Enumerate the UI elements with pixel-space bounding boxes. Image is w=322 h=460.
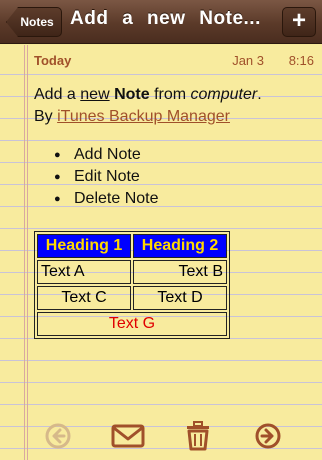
- note-date-row: Today Jan 3 8:16: [34, 53, 314, 69]
- note-line-2: By iTunes Backup Manager: [34, 106, 314, 128]
- table-heading-cell: Heading 2: [133, 234, 227, 258]
- text-span: .: [257, 86, 262, 103]
- table-cell: Text A: [37, 260, 131, 284]
- table-row: Text C Text D: [37, 286, 227, 310]
- list-item: Delete Note: [54, 188, 314, 210]
- table-row: Text A Text B: [37, 260, 227, 284]
- trash-icon: [187, 421, 209, 451]
- table-cell: Text D: [133, 286, 227, 310]
- italic-text: computer: [190, 86, 258, 103]
- table-cell: Text C: [37, 286, 131, 310]
- list-item: Add Note: [54, 144, 314, 166]
- note-line-1: Add a new Note from computer.: [34, 84, 314, 106]
- margin-line: [27, 45, 28, 460]
- table-row: Text G: [37, 312, 227, 336]
- text-span: By: [34, 108, 58, 125]
- back-notes-button[interactable]: Notes: [6, 7, 62, 37]
- page-title: Add a new Note...: [70, 8, 261, 29]
- table-heading-cell: Heading 1: [37, 234, 131, 258]
- table-cell: Text G: [37, 312, 227, 336]
- itunes-backup-manager-link[interactable]: iTunes Backup Manager: [57, 108, 230, 125]
- bold-text: Note: [114, 86, 150, 103]
- table-cell: Text B: [133, 260, 227, 284]
- note-table: Heading 1 Heading 2 Text A Text B Text C…: [34, 231, 230, 339]
- text-span: from: [149, 86, 191, 103]
- table-row: Heading 1 Heading 2: [37, 234, 227, 258]
- next-icon: [255, 423, 281, 449]
- text-span: Add a: [34, 86, 81, 103]
- bullet-list: Add Note Edit Note Delete Note: [34, 144, 314, 210]
- mail-icon: [111, 424, 145, 448]
- previous-note-button[interactable]: [40, 420, 76, 452]
- note-body[interactable]: Add a new Note from computer. By iTunes …: [34, 84, 314, 210]
- bottom-toolbar: [0, 410, 322, 460]
- note-time: 8:16: [288, 53, 314, 68]
- navigation-bar: Notes Add a new Note... +: [0, 0, 322, 44]
- list-item: Edit Note: [54, 166, 314, 188]
- date-label: Today: [34, 53, 72, 68]
- previous-icon: [45, 423, 71, 449]
- delete-note-button[interactable]: [180, 420, 216, 452]
- next-note-button[interactable]: [250, 420, 286, 452]
- margin-line: [24, 45, 25, 460]
- underlined-text: new: [80, 86, 110, 103]
- email-note-button[interactable]: [110, 420, 146, 452]
- note-date: Jan 3: [232, 53, 264, 68]
- add-note-button[interactable]: +: [282, 7, 316, 37]
